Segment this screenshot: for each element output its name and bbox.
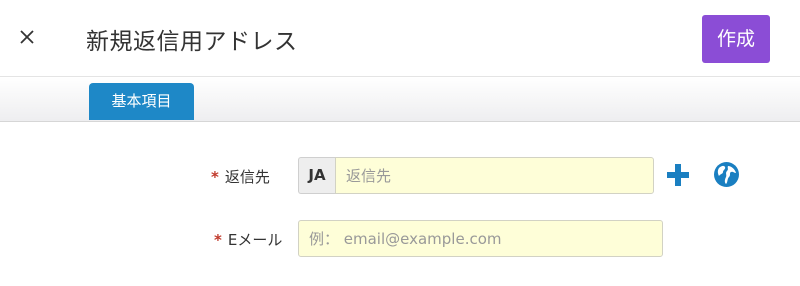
close-button[interactable] (16, 26, 38, 48)
add-button[interactable] (665, 162, 691, 188)
email-label: * Eメール (214, 229, 282, 250)
email-label-text: Eメール (227, 231, 283, 249)
reply-to-label: * 返信先 (211, 166, 270, 187)
reply-to-label-text: 返信先 (224, 168, 270, 186)
plus-icon (667, 164, 689, 186)
reply-to-input[interactable] (335, 157, 654, 194)
required-marker: * (214, 231, 222, 249)
dialog-header: 新規返信用アドレス 作成 (0, 0, 800, 76)
tab-basic-items[interactable]: 基本項目 (89, 83, 194, 120)
language-badge: JA (298, 157, 335, 194)
tab-bar: 基本項目 (0, 76, 800, 122)
create-button[interactable]: 作成 (702, 15, 770, 63)
required-marker: * (211, 168, 219, 186)
page-title: 新規返信用アドレス (86, 29, 298, 55)
email-input[interactable] (298, 220, 663, 257)
translate-button[interactable] (713, 161, 740, 188)
globe-icon (714, 162, 739, 187)
close-icon (20, 30, 34, 44)
